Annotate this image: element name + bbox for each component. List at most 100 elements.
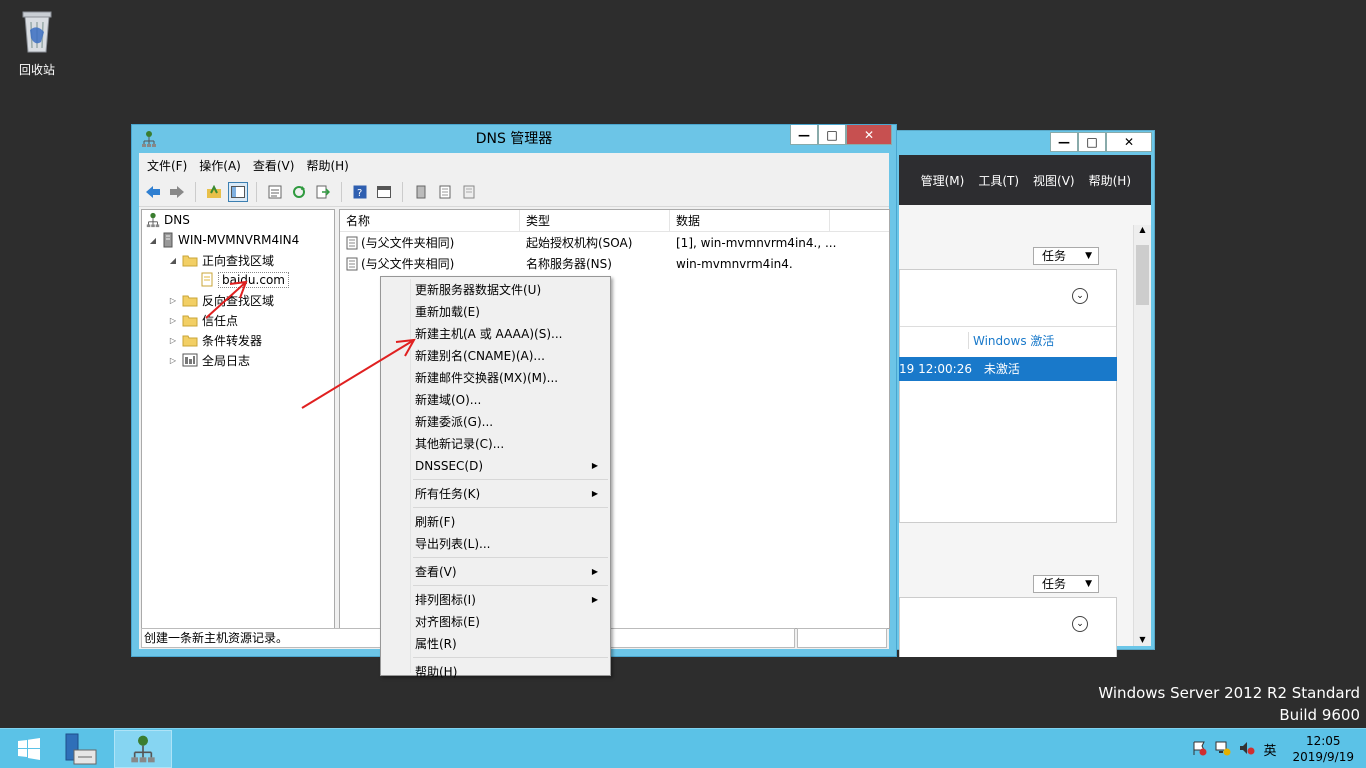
menu-item-refresh[interactable]: 刷新(F): [383, 511, 608, 533]
record-icon: [346, 257, 358, 270]
os-watermark: Windows Server 2012 R2 Standard Build 96…: [1098, 682, 1360, 726]
collapse-arrow-icon[interactable]: ◢: [168, 256, 178, 265]
show-hide-tree-icon[interactable]: [228, 181, 248, 202]
tree-label: WIN-MVMNVRM4IN4: [178, 233, 300, 247]
menu-item-new-host[interactable]: 新建主机(A 或 AAAA)(S)...: [383, 323, 608, 345]
bg-column-header[interactable]: Windows 激活: [968, 332, 1054, 349]
tree-label: 信任点: [202, 313, 239, 328]
bg-close-button[interactable]: ✕: [1106, 132, 1152, 152]
dns-app-icon: [142, 131, 156, 147]
server-manager-window[interactable]: — □ ✕ 管理(M) 工具(T) 视图(V) 帮助(H) 任务 ▼ ⌄ Win…: [895, 130, 1155, 657]
menu-view[interactable]: 查看(V): [253, 157, 295, 174]
menu-file[interactable]: 文件(F): [147, 157, 187, 174]
tree-item-conditional-forwarders[interactable]: ▷ 条件转发器: [168, 330, 262, 350]
menu-item-new-domain[interactable]: 新建域(O)...: [383, 389, 608, 411]
bg-tasks-label-2: 任务: [1042, 577, 1067, 591]
up-folder-icon[interactable]: [204, 182, 224, 202]
expand-circle-icon[interactable]: ⌄: [1072, 288, 1088, 304]
menu-item-new-delegation[interactable]: 新建委派(G)...: [383, 411, 608, 433]
ime-indicator[interactable]: 英: [1263, 740, 1276, 759]
status-text: 创建一条新主机资源记录。: [141, 628, 381, 648]
submenu-arrow-icon: ▶: [591, 567, 598, 576]
minimize-button[interactable]: —: [790, 125, 818, 145]
menu-help[interactable]: 帮助(H): [306, 157, 348, 174]
bg-tasks-dropdown[interactable]: 任务 ▼: [1033, 247, 1099, 265]
bg-selected-row[interactable]: 19 12:00:26 未激活: [899, 357, 1117, 381]
help-icon[interactable]: ?: [350, 182, 370, 202]
collapse-arrow-icon[interactable]: ◢: [148, 236, 158, 245]
title-bar[interactable]: DNS 管理器: [132, 125, 896, 153]
expand-arrow-icon[interactable]: ▷: [168, 356, 178, 365]
menu-item-update-server-file[interactable]: 更新服务器数据文件(U): [383, 279, 608, 301]
menu-item-new-alias[interactable]: 新建别名(CNAME)(A)...: [383, 345, 608, 367]
recycle-bin-icon: [22, 11, 52, 53]
menu-item-dnssec[interactable]: DNSSEC(D) ▶: [383, 455, 608, 477]
action-center-flag-icon[interactable]: [1191, 740, 1207, 759]
recycle-bin[interactable]: 回收站: [12, 6, 62, 78]
maximize-button[interactable]: □: [818, 125, 846, 145]
bg-content: 任务 ▼ ⌄ Windows 激活 19 12:00:26 未激活 任务 ▼ ⌄…: [899, 205, 1151, 657]
menu-item-help[interactable]: 帮助(H): [383, 661, 608, 683]
close-button[interactable]: ✕: [846, 125, 892, 145]
tree-item-forward-zones[interactable]: ◢ 正向查找区域: [168, 250, 274, 270]
tree-item-trust-points[interactable]: ▷ 信任点: [168, 310, 238, 330]
menu-item-reload[interactable]: 重新加载(E): [383, 301, 608, 323]
menu-item-label: 排列图标(I): [415, 593, 476, 607]
menu-item-other-records[interactable]: 其他新记录(C)...: [383, 433, 608, 455]
properties-icon[interactable]: [265, 182, 285, 202]
table-row[interactable]: (与父文件夹相同) 名称服务器(NS) win-mvmnvrm4in4.: [340, 253, 889, 274]
refresh-icon[interactable]: [289, 182, 309, 202]
menu-item-arrange-icons[interactable]: 排列图标(I) ▶: [383, 589, 608, 611]
record-icon[interactable]: [459, 182, 479, 202]
console-icon[interactable]: [374, 182, 394, 202]
column-header-data[interactable]: 数据: [670, 210, 830, 231]
tree-item-dns[interactable]: DNS: [146, 210, 190, 230]
bg-menu-help[interactable]: 帮助(H): [1089, 172, 1131, 189]
toolbar: ?: [139, 177, 889, 207]
expand-arrow-icon[interactable]: ▷: [168, 336, 178, 345]
menu-item-line-up-icons[interactable]: 对齐图标(E): [383, 611, 608, 633]
scroll-up-icon[interactable]: ▲: [1134, 225, 1151, 241]
network-icon[interactable]: [1215, 740, 1231, 759]
tree-item-reverse-zones[interactable]: ▷ 反向查找区域: [168, 290, 274, 310]
bg-menu-tools[interactable]: 工具(T): [978, 172, 1019, 189]
submenu-arrow-icon: ▶: [591, 489, 598, 498]
menu-item-properties[interactable]: 属性(R): [383, 633, 608, 655]
menu-item-all-tasks[interactable]: 所有任务(K) ▶: [383, 483, 608, 505]
bg-scrollbar[interactable]: ▲ ▼: [1133, 225, 1151, 646]
bg-maximize-button[interactable]: □: [1078, 132, 1106, 152]
column-header-type[interactable]: 类型: [520, 210, 670, 231]
taskbar-server-manager[interactable]: [52, 730, 110, 768]
server-icon[interactable]: [411, 182, 431, 202]
tree-label: 反向查找区域: [202, 293, 275, 308]
back-icon[interactable]: [143, 182, 163, 202]
menu-item-export-list[interactable]: 导出列表(L)...: [383, 533, 608, 555]
expand-arrow-icon[interactable]: ▷: [168, 316, 178, 325]
menu-action[interactable]: 操作(A): [199, 157, 241, 174]
scroll-thumb[interactable]: [1136, 245, 1149, 305]
bg-tasks-dropdown-2[interactable]: 任务 ▼: [1033, 575, 1099, 593]
start-button[interactable]: [0, 730, 58, 768]
zone-file-icon[interactable]: [435, 182, 455, 202]
expand-arrow-icon[interactable]: ▷: [168, 296, 178, 305]
menu-item-view[interactable]: 查看(V) ▶: [383, 561, 608, 583]
chevron-down-icon: ▼: [1085, 251, 1092, 261]
bg-minimize-button[interactable]: —: [1050, 132, 1078, 152]
tree-item-zone-baidu[interactable]: baidu.com: [200, 270, 289, 290]
column-header-name[interactable]: 名称: [340, 210, 520, 231]
table-row[interactable]: (与父文件夹相同) 起始授权机构(SOA) [1], win-mvmnvrm4i…: [340, 232, 889, 253]
taskbar-dns-manager[interactable]: [114, 730, 172, 768]
bg-menu-manage[interactable]: 管理(M): [921, 172, 965, 189]
volume-icon[interactable]: [1239, 740, 1255, 759]
server-icon: [163, 232, 173, 248]
scroll-down-icon[interactable]: ▼: [1134, 635, 1151, 644]
bg-menu-view[interactable]: 视图(V): [1033, 172, 1075, 189]
clock[interactable]: 12:05 2019/9/19: [1292, 733, 1354, 765]
forward-icon[interactable]: [167, 182, 187, 202]
tree-item-server[interactable]: ◢ WIN-MVMNVRM4IN4: [148, 230, 299, 250]
tree-item-global-logs[interactable]: ▷ 全局日志: [168, 350, 250, 370]
expand-circle-icon[interactable]: ⌄: [1072, 616, 1088, 632]
menu-item-new-mx[interactable]: 新建邮件交换器(MX)(M)...: [383, 367, 608, 389]
export-icon[interactable]: [313, 182, 333, 202]
row-type: 名称服务器(NS): [526, 257, 612, 271]
